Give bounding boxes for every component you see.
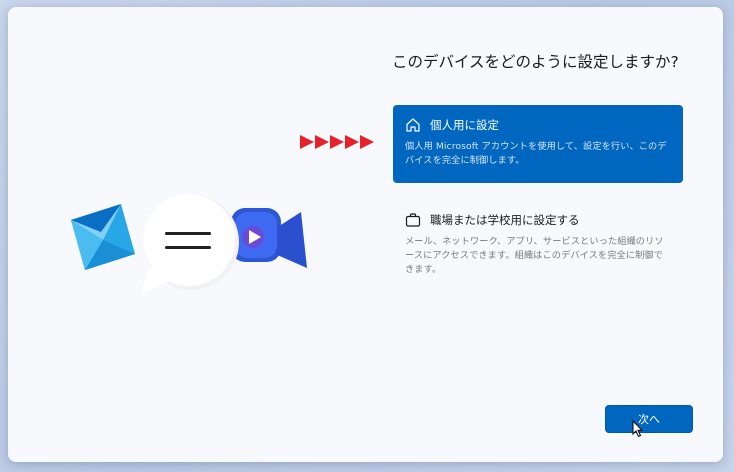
arrow-right-icon	[360, 135, 374, 149]
video-camera-icon	[231, 208, 307, 268]
option-work-school-label: 職場または学校用に設定する	[430, 213, 580, 227]
next-button[interactable]: 次へ	[605, 405, 693, 433]
annotation-arrows	[300, 135, 374, 149]
arrow-right-icon	[330, 135, 344, 149]
mouse-cursor-icon	[632, 420, 644, 438]
home-icon	[405, 117, 421, 133]
briefcase-icon	[405, 212, 421, 228]
setup-illustration	[63, 182, 323, 302]
setup-window: このデバイスをどのように設定しますか? 個人用に設定 個人用 Microsoft…	[8, 7, 723, 462]
chat-bubble-icon	[141, 194, 239, 294]
arrow-right-icon	[315, 135, 329, 149]
mail-icon	[71, 204, 135, 270]
option-personal-label: 個人用に設定	[430, 118, 499, 132]
option-work-school-description: メール、ネットワーク、アプリ、サービスといった組織のリソースにアクセスできます。…	[405, 236, 664, 275]
option-personal-description: 個人用 Microsoft アカウントを使用して、設定を行い、このデバイスを完全…	[405, 141, 667, 166]
arrow-right-icon	[345, 135, 359, 149]
option-personal-setup[interactable]: 個人用に設定 個人用 Microsoft アカウントを使用して、設定を行い、この…	[393, 105, 683, 183]
option-work-school-setup[interactable]: 職場または学校用に設定する メール、ネットワーク、アプリ、サービスといった組織の…	[393, 200, 683, 278]
arrow-right-icon	[300, 135, 314, 149]
page-title: このデバイスをどのように設定しますか?	[392, 53, 679, 71]
